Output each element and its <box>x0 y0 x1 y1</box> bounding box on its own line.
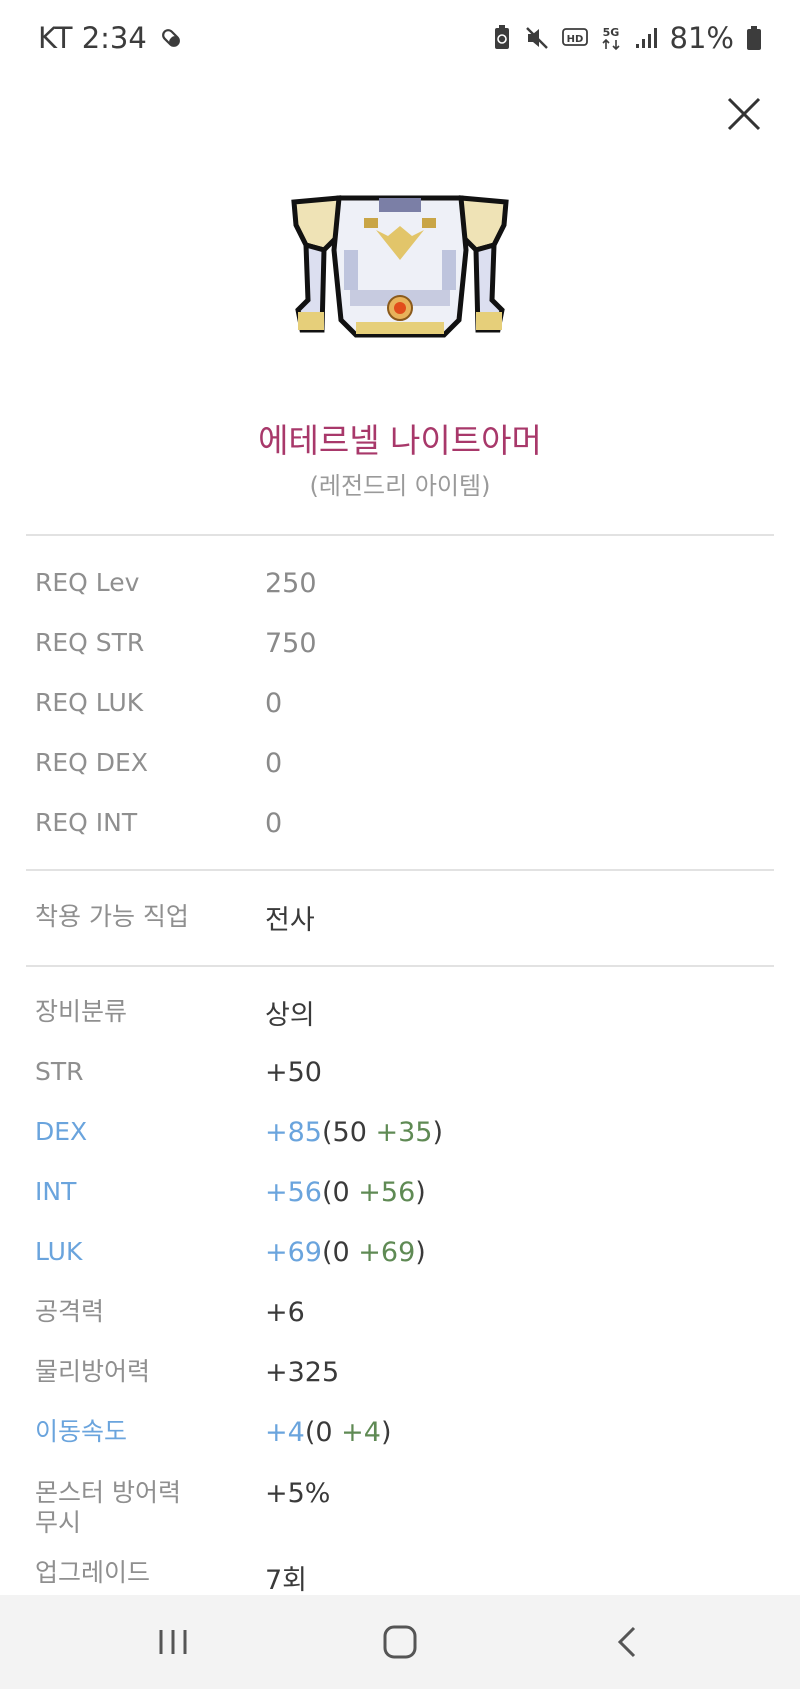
home-icon <box>383 1625 417 1659</box>
phys-def-row: 물리방어력 +325 <box>0 1342 800 1402</box>
pill-icon <box>159 26 183 50</box>
job-row: 착용 가능 직업 전사 <box>0 887 800 947</box>
mute-icon <box>524 25 550 51</box>
item-name: 에테르넬 나이트아머 <box>258 421 542 460</box>
req-row-luk: REQ LUK 0 <box>0 673 800 733</box>
stat-label: DEX <box>35 1117 88 1146</box>
stat-bonus: +35 <box>375 1116 433 1148</box>
stat-value: +69(0 +69) <box>265 1237 426 1268</box>
battery-saver-icon <box>492 25 512 51</box>
req-value: 250 <box>265 567 317 599</box>
stat-label: LUK <box>35 1237 83 1266</box>
str-row: STR +50 <box>0 1042 800 1102</box>
stat-bonus: +69 <box>358 1236 416 1268</box>
stat-base: 0 <box>332 1236 359 1268</box>
svg-text:5G: 5G <box>602 26 619 39</box>
stat-open: ( <box>321 1176 333 1208</box>
stat-close: ) <box>380 1416 392 1448</box>
back-chevron-icon <box>617 1626 635 1658</box>
req-value: 0 <box>265 687 283 719</box>
stat-value: 7회 <box>265 1565 308 1596</box>
stat-label-line1: 몬스터 방어력 <box>35 1478 181 1507</box>
divider <box>26 965 774 967</box>
stat-value: +325 <box>265 1356 340 1388</box>
stat-open: ( <box>321 1236 333 1268</box>
stat-value: +5% <box>265 1478 331 1509</box>
stat-value: 상의 <box>265 999 315 1031</box>
int-row: INT +56(0 +56) <box>0 1162 800 1222</box>
stat-bonus: +56 <box>358 1176 416 1208</box>
job-label: 착용 가능 직업 <box>35 902 189 931</box>
stat-label: 공격력 <box>35 1297 105 1326</box>
5g-icon: 5G <box>600 24 622 52</box>
req-label: REQ Lev <box>35 568 140 597</box>
stat-label: 장비분류 <box>35 997 128 1026</box>
stat-base: 50 <box>332 1116 376 1148</box>
ignore-def-row: 몬스터 방어력 무시 +5% <box>0 1478 800 1538</box>
stat-close: ) <box>432 1116 444 1148</box>
stat-value: +56(0 +56) <box>265 1177 426 1208</box>
stat-label: 이동속도 <box>35 1417 128 1446</box>
divider <box>26 869 774 871</box>
req-value: 750 <box>265 627 317 659</box>
stat-value: +85(50 +35) <box>265 1117 443 1148</box>
stat-value: +4(0 +4) <box>265 1417 391 1448</box>
req-row-str: REQ STR 750 <box>0 613 800 673</box>
stat-base: 0 <box>315 1416 342 1448</box>
stat-value: +50 <box>265 1056 322 1088</box>
stat-total: +56 <box>265 1176 322 1208</box>
stat-label: 몬스터 방어력 무시 <box>35 1478 181 1538</box>
stat-label: 물리방어력 <box>35 1357 151 1386</box>
attack-row: 공격력 +6 <box>0 1282 800 1342</box>
item-grade: (레전드리 아이템) <box>309 472 491 500</box>
item-armor-image <box>284 190 516 360</box>
svg-text:HD: HD <box>566 34 583 45</box>
stat-label: 업그레이드 <box>35 1558 151 1587</box>
back-button[interactable] <box>587 1612 667 1672</box>
divider <box>26 534 774 536</box>
close-icon <box>727 97 761 131</box>
luk-row: LUK +69(0 +69) <box>0 1222 800 1282</box>
home-button[interactable] <box>360 1612 440 1672</box>
job-value: 전사 <box>265 904 315 936</box>
hd-icon: HD <box>561 27 588 49</box>
req-row-int: REQ INT 0 <box>0 793 800 853</box>
stat-total: +69 <box>265 1236 322 1268</box>
stat-total: +4 <box>265 1416 305 1448</box>
signal-icon <box>634 26 658 50</box>
stat-value: +6 <box>265 1296 305 1328</box>
category-row: 장비분류 상의 <box>0 982 800 1042</box>
upgrade-row: 업그레이드 7회 <box>0 1554 800 1596</box>
stat-label: INT <box>35 1177 77 1206</box>
req-row-lev: REQ Lev 250 <box>0 553 800 613</box>
close-button[interactable] <box>716 86 772 142</box>
stat-close: ) <box>415 1236 426 1268</box>
req-label: REQ INT <box>35 808 138 837</box>
stat-open: ( <box>304 1416 316 1448</box>
recent-apps-button[interactable] <box>133 1612 213 1672</box>
system-nav-bar <box>0 1595 800 1689</box>
req-value: 0 <box>265 807 283 839</box>
stat-base: 0 <box>332 1176 359 1208</box>
stat-close: ) <box>415 1176 426 1208</box>
req-label: REQ LUK <box>35 688 144 717</box>
speed-row: 이동속도 +4(0 +4) <box>0 1402 800 1462</box>
status-bar: KT 2:34 HD 5G 81% <box>0 0 800 76</box>
recent-apps-icon <box>159 1630 187 1654</box>
stat-label-line2: 무시 <box>35 1508 82 1537</box>
req-label: REQ DEX <box>35 748 148 777</box>
req-label: REQ STR <box>35 628 145 657</box>
battery-icon <box>746 25 762 51</box>
stat-label: STR <box>35 1057 84 1086</box>
status-time: KT 2:34 <box>38 21 147 55</box>
stat-total: +85 <box>265 1116 322 1148</box>
req-value: 0 <box>265 747 283 779</box>
stat-open: ( <box>321 1116 333 1148</box>
dex-row: DEX +85(50 +35) <box>0 1102 800 1162</box>
stat-bonus: +4 <box>341 1416 381 1448</box>
req-row-dex: REQ DEX 0 <box>0 733 800 793</box>
battery-percent: 81% <box>669 21 734 55</box>
